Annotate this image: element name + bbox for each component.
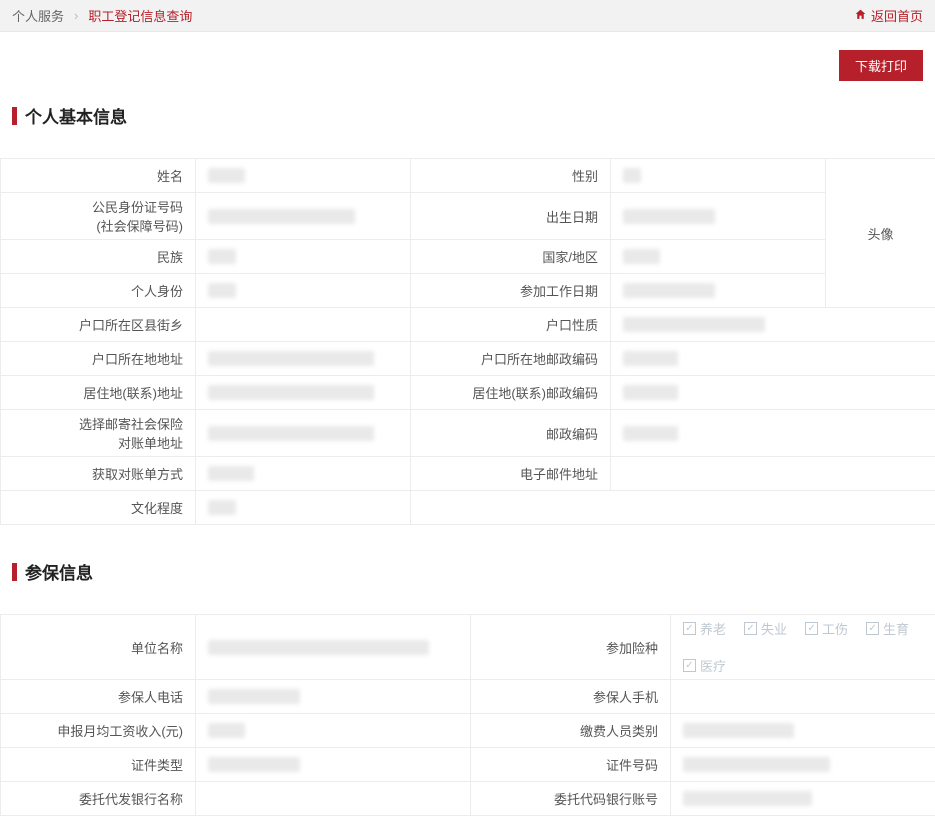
- breadcrumb: 个人服务 › 职工登记信息查询 返回首页: [0, 0, 935, 32]
- label-company: 单位名称: [1, 615, 196, 680]
- download-print-button[interactable]: 下载打印: [839, 50, 923, 81]
- table-row: 选择邮寄社会保险 对账单地址 ██████████████████ 邮政编码 █…: [1, 410, 935, 457]
- table-row: 户口所在地地址 ██████████████████ 户口所在地邮政编码 ███…: [1, 342, 935, 376]
- value-avg-income: ████: [196, 714, 471, 748]
- value-bank-acct: ██████████████: [671, 782, 935, 816]
- table-row: 获取对账单方式 █████ 电子邮件地址: [1, 457, 935, 491]
- value-work-date: ██████████: [611, 274, 826, 308]
- label-mobile: 参保人手机: [471, 680, 671, 714]
- back-home-link[interactable]: 返回首页: [854, 6, 923, 25]
- label-country: 国家/地区: [411, 240, 611, 274]
- value-phone: ██████████: [196, 680, 471, 714]
- checkbox-unemploy: ✓失业: [744, 619, 787, 638]
- value-bank-name: [196, 782, 471, 816]
- value-ethnic: ███: [196, 240, 411, 274]
- check-icon: ✓: [683, 622, 696, 635]
- value-birth: ██████████: [611, 193, 826, 240]
- value-zip: ██████: [611, 410, 935, 457]
- value-cert-type: ██████████: [196, 748, 471, 782]
- table-row: 文化程度 ███: [1, 491, 935, 525]
- check-icon: ✓: [683, 659, 696, 672]
- value-mail-addr: ██████████████████: [196, 410, 411, 457]
- label-cert-type: 证件类型: [1, 748, 196, 782]
- table-row: 公民身份证号码 (社会保障号码) ████████████████ 出生日期 █…: [1, 193, 935, 240]
- basic-info-table: 姓名 ████ 性别 ██ 头像 公民身份证号码 (社会保障号码) ██████…: [0, 158, 935, 525]
- breadcrumb-root[interactable]: 个人服务: [12, 6, 64, 25]
- table-row: 委托代发银行名称 委托代码银行账号 ██████████████: [1, 782, 935, 816]
- label-birth: 出生日期: [411, 193, 611, 240]
- value-live-addr: ██████████████████: [196, 376, 411, 410]
- value-hukou-area: [196, 308, 411, 342]
- home-icon: [854, 8, 867, 24]
- label-idno: 公民身份证号码 (社会保障号码): [1, 193, 196, 240]
- label-zip: 邮政编码: [411, 410, 611, 457]
- table-row: 民族 ███ 国家/地区 ████: [1, 240, 935, 274]
- check-icon: ✓: [744, 622, 757, 635]
- table-row: 申报月均工资收入(元) ████ 缴费人员类别 ████████████: [1, 714, 935, 748]
- value-name: ████: [196, 159, 411, 193]
- label-mail-addr: 选择邮寄社会保险 对账单地址: [1, 410, 196, 457]
- label-phone: 参保人电话: [1, 680, 196, 714]
- label-bank-name: 委托代发银行名称: [1, 782, 196, 816]
- checkbox-pension: ✓养老: [683, 619, 726, 638]
- checkbox-medical: ✓医疗: [683, 656, 726, 675]
- checkbox-maternity: ✓生育: [866, 619, 909, 638]
- value-hukou-type: ███ ████████████: [611, 308, 935, 342]
- section-title-basic: 个人基本信息: [0, 103, 935, 128]
- value-hukou-zip: ██████: [611, 342, 935, 376]
- breadcrumb-sep: ›: [74, 8, 78, 23]
- value-country: ████: [611, 240, 826, 274]
- section-title-basic-text: 个人基本信息: [25, 103, 127, 128]
- label-work-date: 参加工作日期: [411, 274, 611, 308]
- label-hukou-type: 户口性质: [411, 308, 611, 342]
- value-bill-method: █████: [196, 457, 411, 491]
- value-email: [611, 457, 935, 491]
- check-icon: ✓: [866, 622, 879, 635]
- insure-info-table: 单位名称 ████████████████████████ 参加险种 ✓养老 ✓…: [0, 614, 935, 816]
- checkbox-injury: ✓工伤: [805, 619, 848, 638]
- label-ethnic: 民族: [1, 240, 196, 274]
- label-bank-acct: 委托代码银行账号: [471, 782, 671, 816]
- label-hukou-addr: 户口所在地地址: [1, 342, 196, 376]
- breadcrumb-current: 职工登记信息查询: [88, 6, 192, 25]
- value-hukou-addr: ██████████████████: [196, 342, 411, 376]
- label-live-zip: 居住地(联系)邮政编码: [411, 376, 611, 410]
- label-name: 姓名: [1, 159, 196, 193]
- value-identity: ███: [196, 274, 411, 308]
- table-row: 单位名称 ████████████████████████ 参加险种 ✓养老 ✓…: [1, 615, 935, 680]
- label-gender: 性别: [411, 159, 611, 193]
- label-identity: 个人身份: [1, 274, 196, 308]
- label-hukou-zip: 户口所在地邮政编码: [411, 342, 611, 376]
- label-cert-no: 证件号码: [471, 748, 671, 782]
- action-row: 下载打印: [0, 32, 935, 99]
- label-email: 电子邮件地址: [411, 457, 611, 491]
- table-row: 居住地(联系)地址 ██████████████████ 居住地(联系)邮政编码…: [1, 376, 935, 410]
- value-cert-no: ████████████████: [671, 748, 935, 782]
- table-row: 证件类型 ██████████ 证件号码 ████████████████: [1, 748, 935, 782]
- value-types: ✓养老 ✓失业 ✓工伤 ✓生育 ✓医疗: [671, 615, 935, 680]
- value-live-zip: ██████: [611, 376, 935, 410]
- table-row: 参保人电话 ██████████ 参保人手机: [1, 680, 935, 714]
- value-idno: ████████████████: [196, 193, 411, 240]
- value-company: ████████████████████████: [196, 615, 471, 680]
- table-row: 个人身份 ███ 参加工作日期 ██████████: [1, 274, 935, 308]
- check-icon: ✓: [805, 622, 818, 635]
- section-title-insure-text: 参保信息: [25, 559, 93, 584]
- back-home-label: 返回首页: [871, 6, 923, 25]
- section-title-insure: 参保信息: [0, 559, 935, 584]
- label-edu: 文化程度: [1, 491, 196, 525]
- value-mobile: [671, 680, 935, 714]
- value-gender: ██: [611, 159, 826, 193]
- label-live-addr: 居住地(联系)地址: [1, 376, 196, 410]
- label-hukou-area: 户口所在区县街乡: [1, 308, 196, 342]
- value-edu: ███: [196, 491, 411, 525]
- label-bill-method: 获取对账单方式: [1, 457, 196, 491]
- label-avg-income: 申报月均工资收入(元): [1, 714, 196, 748]
- table-row: 户口所在区县街乡 户口性质 ███ ████████████: [1, 308, 935, 342]
- avatar-cell: 头像: [826, 159, 935, 308]
- label-types: 参加险种: [471, 615, 671, 680]
- table-row: 姓名 ████ 性别 ██ 头像: [1, 159, 935, 193]
- label-payer-type: 缴费人员类别: [471, 714, 671, 748]
- value-payer-type: ████████████: [671, 714, 935, 748]
